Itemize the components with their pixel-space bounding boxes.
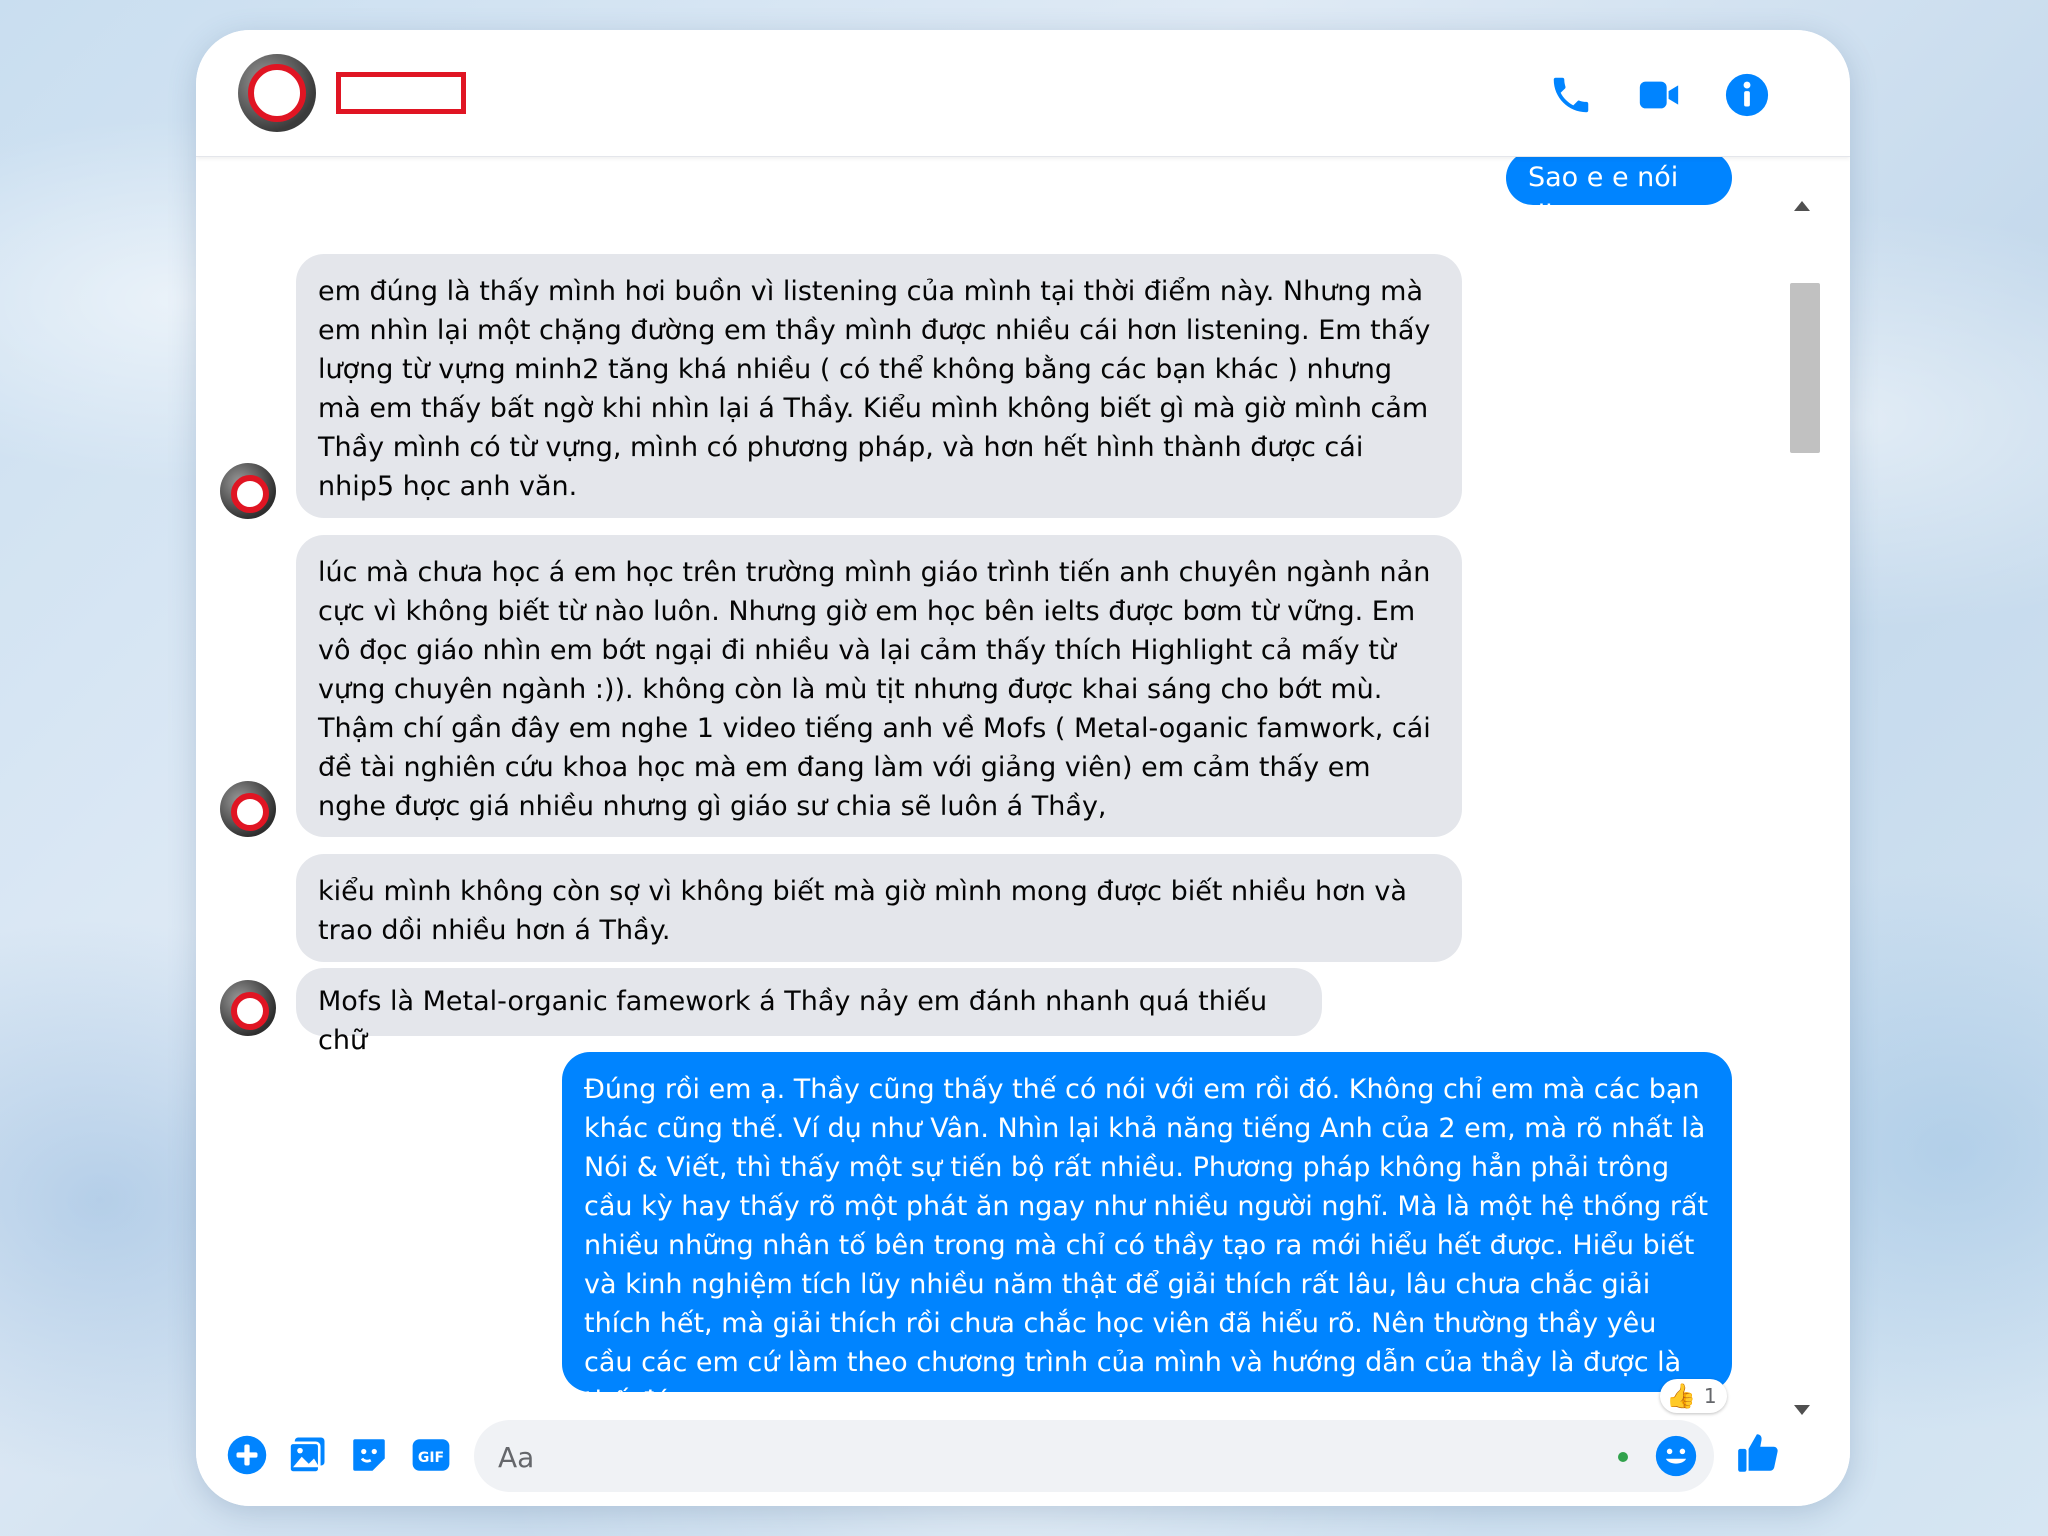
message-reaction[interactable]: 👍 1 (1660, 1379, 1727, 1413)
message-bubble-outgoing[interactable]: Sao e e nói đi (1506, 157, 1732, 231)
message-bubble-incoming[interactable]: em đúng là thấy mình hơi buồn vì listeni… (296, 254, 1462, 518)
scroll-down-arrow-icon[interactable] (1790, 1401, 1814, 1419)
chat-header (196, 30, 1850, 157)
message-input[interactable] (496, 1430, 1600, 1484)
emoji-icon[interactable] (1654, 1434, 1698, 1478)
status-dot (1618, 1452, 1628, 1462)
scrollbar[interactable] (1780, 157, 1824, 1419)
message-composer: GIF (196, 1420, 1850, 1506)
image-icon[interactable] (286, 1434, 328, 1476)
message-list: Sao e e nói đi em đúng là thấy mình hơi … (196, 157, 1780, 1419)
thumbs-up-emoji-icon: 👍 (1666, 1382, 1696, 1410)
message-bubble-outgoing[interactable]: Đúng rồi em ạ. Thầy cũng thấy thế có nói… (562, 1052, 1732, 1417)
scrollbar-thumb[interactable] (1790, 283, 1820, 453)
sender-avatar[interactable] (220, 463, 276, 519)
gif-icon[interactable]: GIF (410, 1434, 452, 1476)
message-input-container[interactable] (474, 1420, 1714, 1492)
video-camera-icon[interactable] (1636, 72, 1682, 118)
info-icon[interactable] (1724, 72, 1770, 118)
contact-avatar[interactable] (238, 54, 316, 132)
chat-window: Sao e e nói đi em đúng là thấy mình hơi … (196, 30, 1850, 1506)
gif-label: GIF (418, 1450, 444, 1466)
message-bubble-incoming[interactable]: Mofs là Metal-organic famework á Thầy nả… (296, 968, 1322, 1056)
plus-circle-icon[interactable] (226, 1434, 268, 1476)
sender-avatar[interactable] (220, 980, 276, 1036)
scroll-up-arrow-icon[interactable] (1790, 197, 1814, 215)
sticker-icon[interactable] (348, 1434, 390, 1476)
sender-avatar[interactable] (220, 781, 276, 837)
message-bubble-incoming[interactable]: kiểu mình không còn sợ vì không biết mà … (296, 854, 1462, 962)
message-bubble-incoming[interactable]: lúc mà chưa học á em học trên trường mìn… (296, 535, 1462, 837)
contact-name-redacted[interactable] (336, 72, 466, 114)
reaction-count: 1 (1703, 1384, 1717, 1408)
phone-icon[interactable] (1548, 72, 1594, 118)
like-icon[interactable] (1734, 1428, 1784, 1478)
